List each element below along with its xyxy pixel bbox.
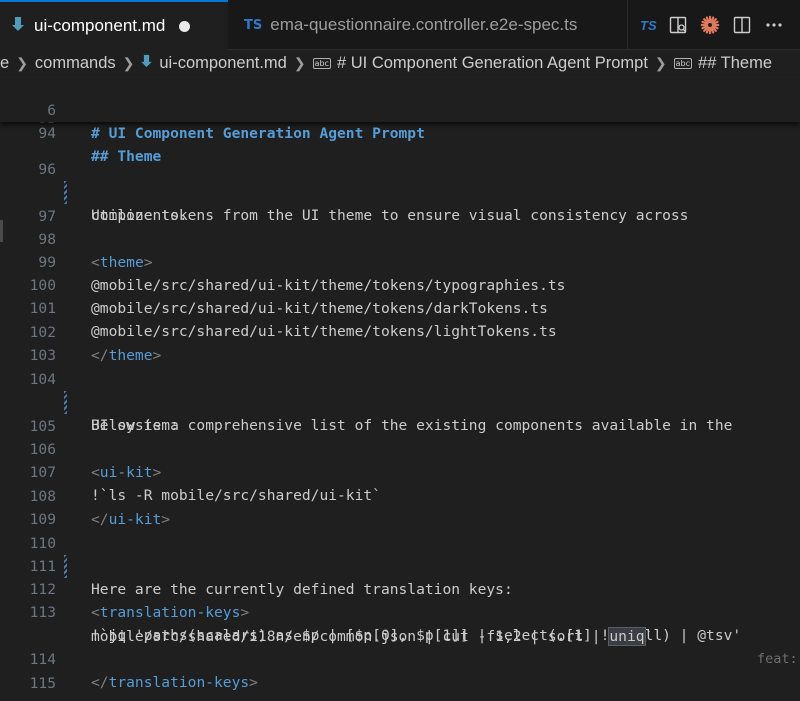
sticky-line[interactable]: 94 ## Theme <box>0 99 800 165</box>
claude-sparkle-icon[interactable] <box>700 15 720 35</box>
code-line: 112 <translation-keys> <box>0 555 800 621</box>
line-number: 94 <box>38 125 56 142</box>
tab-ema-questionnaire[interactable]: TS ema-questionnaire.controller.e2e-spec… <box>228 0 628 50</box>
breadcrumb-item-heading1[interactable]: # UI Component Generation Agent Prompt <box>337 54 648 73</box>
breadcrumb-item-heading2[interactable]: ## Theme <box>698 54 772 73</box>
code-line: 105 <box>0 392 800 435</box>
string-symbol-icon: abc <box>312 57 331 69</box>
unsaved-dot-icon[interactable] <box>179 20 191 32</box>
editor-actions <box>668 0 800 50</box>
chevron-right-icon: ❯ <box>16 54 28 71</box>
typescript-icon: TS <box>244 17 263 33</box>
code-text: ## Theme <box>91 148 162 165</box>
code-line: 114 </translation-keys> <box>0 625 800 691</box>
markdown-icon <box>141 54 153 73</box>
tab-label: ui-component.md <box>34 16 166 35</box>
code-line: 104 Below is a comprehensive list of the… <box>0 345 800 434</box>
line-number: 115 <box>29 675 56 692</box>
split-editor-icon[interactable] <box>732 15 752 35</box>
tab-label: ema-questionnaire.controller.e2e-spec.ts <box>270 15 578 34</box>
breadcrumb-item-parent[interactable]: e <box>0 54 9 73</box>
breadcrumb-item-commands[interactable]: commands <box>35 54 116 73</box>
code-line: 111 <box>0 532 800 575</box>
tab-bar: ui-component.md TS ema-questionnaire.con… <box>0 0 800 50</box>
code-line: 102 </theme> <box>0 298 800 364</box>
code-line: 107 !`ls -R mobile/src/shared/ui-kit` <box>0 438 800 504</box>
string-symbol-icon: abc <box>673 57 693 69</box>
code-line: 110 Here are the currently defined trans… <box>0 509 800 598</box>
code-editor[interactable]: 6 # UI Component Generation Agent Prompt… <box>0 76 800 701</box>
code-line: 98 <theme> <box>0 205 800 271</box>
code-line: 97 <box>0 182 800 225</box>
sticky-scroll[interactable]: 6 # UI Component Generation Agent Prompt… <box>0 76 800 165</box>
code-line: mobile/src/shared/i18n/en/common.json | … <box>0 602 800 667</box>
chevron-right-icon: ❯ <box>654 54 667 71</box>
code-line: UI system: <box>0 368 800 434</box>
chevron-right-icon: ❯ <box>122 54 135 71</box>
chevron-right-icon: ❯ <box>293 54 306 71</box>
code-line: 113 !`jq 'paths(scalars) as $p | [$p[0],… <box>0 578 800 644</box>
code-line: 108 </ui-kit> <box>0 462 800 528</box>
markdown-icon <box>12 16 26 37</box>
code-line: 99 @mobile/src/shared/ui-kit/theme/token… <box>0 228 800 294</box>
code-text: # UI Component Generation Agent Prompt <box>91 125 425 142</box>
code-line: 103 <box>0 321 800 364</box>
code-line: 115 <box>0 649 800 692</box>
code-line: 101 @mobile/src/shared/ui-kit/theme/toke… <box>0 274 800 340</box>
tab-overflow-typescript-icon[interactable]: TS <box>640 0 657 50</box>
code-line: 100 @mobile/src/shared/ui-kit/theme/toke… <box>0 251 800 317</box>
code-text: </translation-keys> <box>91 674 258 691</box>
code-line: 106 <ui-kit> <box>0 415 800 481</box>
code-line: 109 <box>0 485 800 528</box>
more-actions-icon[interactable] <box>764 15 784 35</box>
sticky-line[interactable]: 6 # UI Component Generation Agent Prompt <box>0 76 800 142</box>
tab-ui-component[interactable]: ui-component.md <box>0 0 228 50</box>
breadcrumb-item-file[interactable]: ui-component.md <box>159 54 286 73</box>
breadcrumb: e ❯ commands ❯ ui-component.md ❯ abc # U… <box>0 50 800 76</box>
open-preview-icon[interactable] <box>668 15 688 35</box>
